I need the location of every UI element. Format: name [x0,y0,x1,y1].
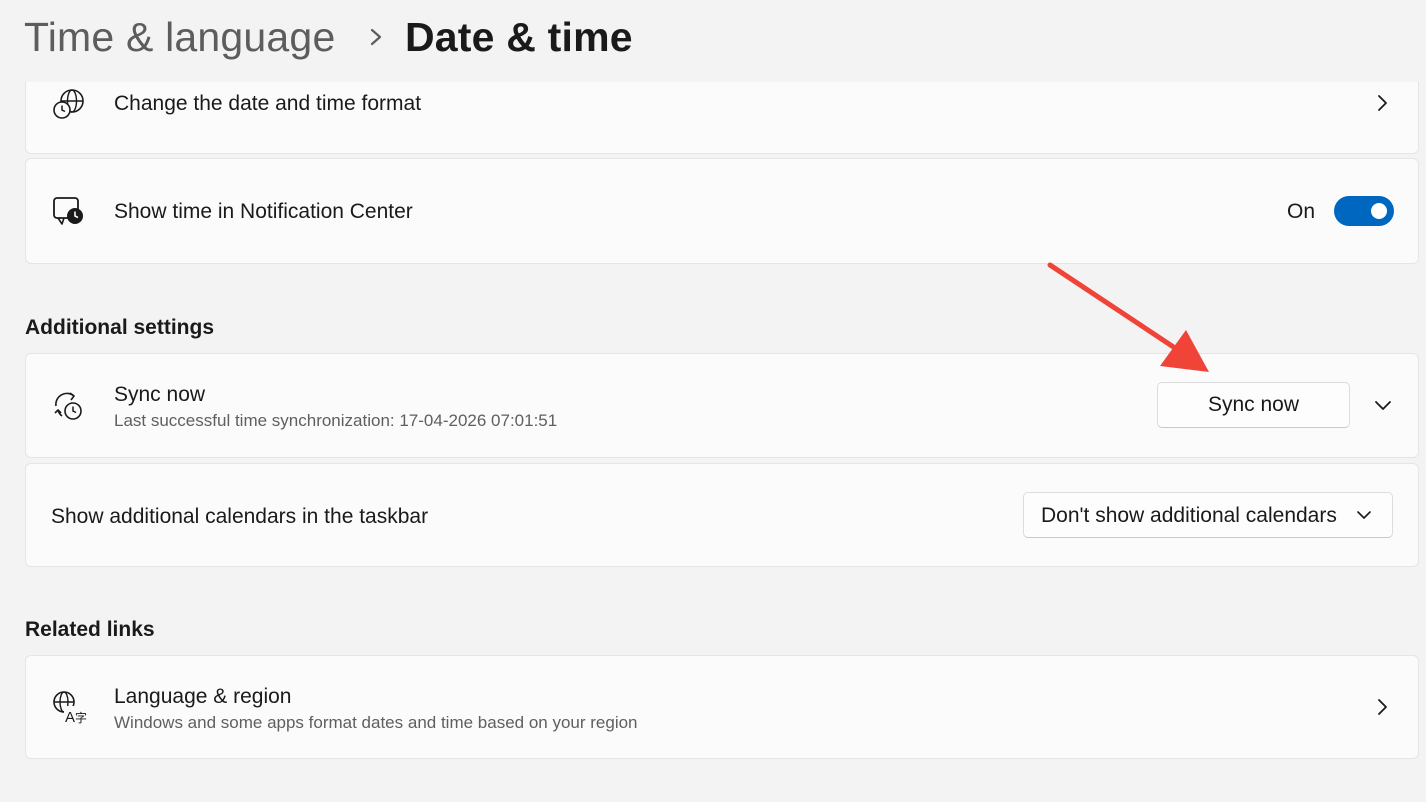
calendars-dropdown[interactable]: Don't show additional calendars [1023,492,1393,538]
language-region-subtitle: Windows and some apps format dates and t… [114,713,638,732]
chevron-right-icon [370,28,382,46]
sync-last-time: Last successful time synchronization: 17… [114,411,558,430]
notification-center-title: Show time in Notification Center [114,200,413,223]
globe-clock-icon [53,89,84,119]
chevron-right-icon [1378,699,1387,715]
date-format-title: Change the date and time format [114,92,422,115]
toggle-state-label: On [1287,200,1316,223]
sync-clock-icon [54,392,82,420]
language-icon: A 字 [53,691,87,726]
language-region-title: Language & region [114,685,292,708]
page-title: Date & time [405,14,633,60]
chevron-down-icon [1357,511,1371,519]
chevron-right-icon [1378,95,1387,111]
notification-clock-icon [53,197,83,225]
breadcrumb: Time & language Date & time [0,0,1426,82]
sync-title: Sync now [114,383,206,406]
toggle-knob [1371,203,1387,219]
notification-center-toggle[interactable] [1334,196,1394,226]
additional-settings-heading: Additional settings [25,316,214,339]
svg-text:字: 字 [75,710,87,725]
chevron-down-icon[interactable] [1373,398,1393,414]
breadcrumb-parent-link[interactable]: Time & language [24,14,335,61]
related-links-heading: Related links [25,618,155,641]
calendars-dropdown-value: Don't show additional calendars [1041,504,1337,527]
calendars-title: Show additional calendars in the taskbar [51,505,429,528]
svg-text:A: A [65,709,75,726]
sync-now-button[interactable]: Sync now [1157,382,1350,428]
